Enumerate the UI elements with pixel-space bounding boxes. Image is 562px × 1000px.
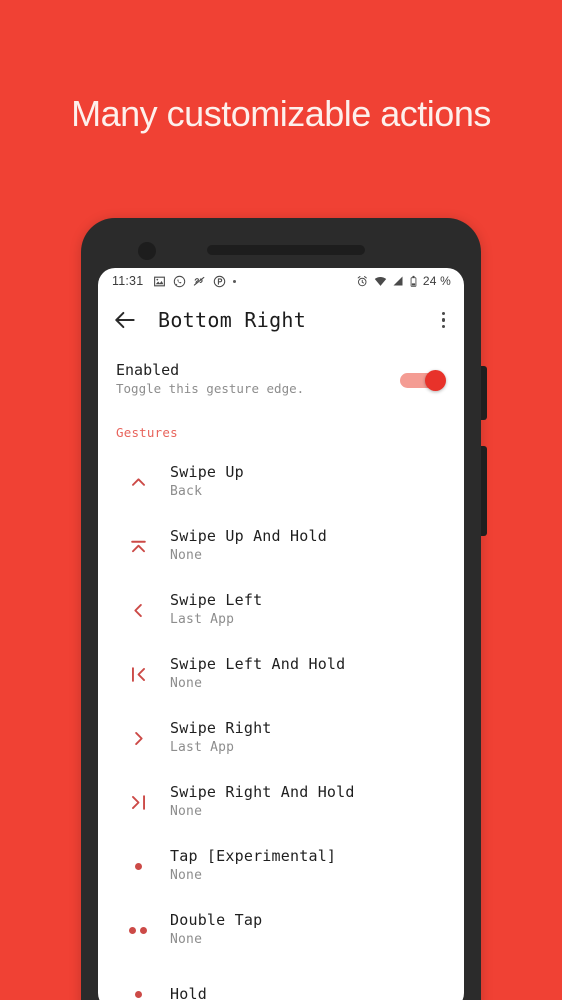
list-item-value: None	[170, 932, 203, 948]
list-item-title: Swipe Left And Hold	[170, 655, 346, 674]
chevron-left-icon	[116, 601, 160, 620]
list-item-value: Last App	[170, 740, 235, 756]
hold-dot-icon	[116, 990, 160, 998]
chevron-up-icon	[116, 473, 160, 492]
section-header-gestures: Gestures	[116, 425, 178, 440]
image-icon	[154, 276, 166, 286]
list-item[interactable]: Hold	[98, 962, 464, 1000]
pocket-casts-icon	[214, 275, 226, 287]
list-item[interactable]: Tap [Experimental] None	[98, 834, 464, 898]
enabled-title: Enabled	[116, 361, 180, 379]
status-left-icons	[153, 275, 237, 288]
list-item-value: None	[170, 676, 203, 692]
alarm-icon	[358, 275, 368, 287]
list-item-value: None	[170, 548, 203, 564]
front-camera-icon	[138, 242, 156, 260]
gesture-list: Swipe Up Back Swipe Up And Hold None Swi…	[98, 444, 464, 1000]
list-item[interactable]: Swipe Right Last App	[98, 706, 464, 770]
enabled-setting-row[interactable]: Enabled Toggle this gesture edge.	[98, 346, 464, 411]
enabled-subtitle: Toggle this gesture edge.	[116, 381, 305, 397]
whatsapp-icon	[174, 275, 186, 287]
list-item[interactable]: Swipe Up Back	[98, 450, 464, 514]
list-item[interactable]: Swipe Left Last App	[98, 578, 464, 642]
list-item-value: Back	[170, 484, 203, 500]
list-item-title: Tap [Experimental]	[170, 847, 337, 866]
chevron-up-bar-icon	[116, 537, 160, 556]
status-time: 11:31	[112, 274, 144, 288]
status-bar: 11:31 24 %	[98, 268, 464, 294]
list-item-value: Last App	[170, 612, 235, 628]
notification-dot-icon	[233, 279, 237, 283]
list-item[interactable]: Swipe Left And Hold None	[98, 642, 464, 706]
list-item-texts: Tap [Experimental] None	[170, 846, 336, 886]
volume-button[interactable]	[481, 446, 487, 536]
phone-screen: 11:31 24 % Bottom Right Enabled Toggle t…	[98, 268, 464, 1000]
list-item-texts: Swipe Right Last App	[170, 718, 272, 758]
list-item-title: Hold	[170, 984, 207, 1000]
list-item-value: None	[170, 868, 203, 884]
wifi-icon	[374, 276, 387, 286]
list-item-title: Swipe Left	[170, 591, 263, 610]
list-item-title: Swipe Up	[170, 463, 244, 482]
list-item-title: Swipe Up And Hold	[170, 527, 327, 546]
signal-icon	[393, 276, 403, 286]
chevron-right-bar-icon	[116, 793, 160, 812]
enabled-toggle-switch[interactable]	[400, 370, 446, 391]
list-item-value: None	[170, 804, 203, 820]
screen-title: Bottom Right	[158, 308, 307, 332]
list-item-title: Swipe Right And Hold	[170, 783, 355, 802]
list-item[interactable]: Swipe Up And Hold None	[98, 514, 464, 578]
list-item-title: Double Tap	[170, 911, 263, 930]
list-item-texts: Swipe Left And Hold None	[170, 654, 345, 694]
double-dot-icon	[116, 926, 160, 934]
list-item-texts: Double Tap None	[170, 910, 262, 950]
battery-percent: 24 %	[422, 274, 451, 288]
power-button[interactable]	[481, 366, 487, 420]
chevron-right-icon	[116, 729, 160, 748]
mute-icon	[194, 276, 205, 286]
status-right-icons: 24 %	[356, 274, 451, 288]
enabled-texts: Enabled Toggle this gesture edge.	[116, 360, 400, 399]
single-dot-icon	[116, 862, 160, 870]
back-arrow-icon[interactable]	[112, 307, 138, 333]
list-item-texts: Hold	[170, 984, 207, 1000]
list-item-texts: Swipe Right And Hold None	[170, 782, 355, 822]
list-item[interactable]: Double Tap None	[98, 898, 464, 962]
app-bar: Bottom Right	[98, 294, 464, 346]
overflow-menu-icon[interactable]	[439, 308, 449, 333]
list-item[interactable]: Swipe Right And Hold None	[98, 770, 464, 834]
battery-icon	[410, 275, 417, 287]
list-item-texts: Swipe Up And Hold None	[170, 526, 327, 566]
phone-mockup: 11:31 24 % Bottom Right Enabled Toggle t…	[81, 218, 487, 1000]
page-title: Many customizable actions	[71, 93, 491, 134]
list-item-texts: Swipe Left Last App	[170, 590, 262, 630]
earpiece-speaker-icon	[207, 245, 365, 255]
switch-thumb	[425, 370, 446, 391]
bar-chevron-left-icon	[116, 665, 160, 684]
list-item-texts: Swipe Up Back	[170, 462, 244, 502]
list-item-title: Swipe Right	[170, 719, 272, 738]
